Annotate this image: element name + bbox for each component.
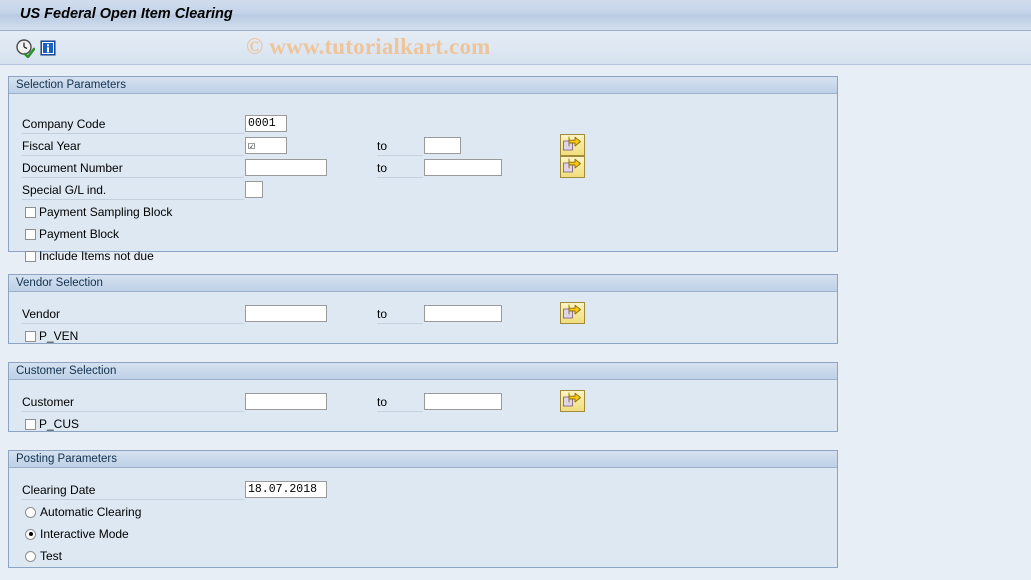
input-document-number-from[interactable]	[245, 159, 327, 176]
panel-customer-selection: Customer Selection Customer to P_CUS	[8, 362, 838, 432]
checkbox-box-icon	[25, 206, 36, 218]
label-vendor: Vendor	[22, 307, 61, 321]
label-fiscal-year: Fiscal Year	[22, 139, 81, 153]
multi-select-arrow-icon	[563, 136, 581, 151]
label-special-gl-indicator: Special G/L ind.	[22, 183, 107, 197]
radio-circle-icon	[25, 550, 36, 562]
window-title-bar: US Federal Open Item Clearing	[0, 0, 1031, 31]
to-label-document-number: to	[377, 161, 388, 175]
radio-label: Automatic Clearing	[40, 505, 142, 519]
radio-interactive-mode[interactable]: Interactive Mode	[25, 527, 129, 541]
multi-select-arrow-icon	[563, 392, 581, 407]
label-rule	[22, 155, 244, 156]
page-title: US Federal Open Item Clearing	[20, 6, 233, 22]
panel-vendor-selection: Vendor Selection Vendor to P_VEN	[8, 274, 838, 344]
label-rule	[377, 323, 423, 324]
checkbox-box-icon	[25, 418, 36, 430]
label-rule	[377, 177, 423, 178]
label-rule	[377, 411, 423, 412]
checkbox-p-ven[interactable]: P_VEN	[25, 329, 78, 343]
input-vendor-to[interactable]	[424, 305, 502, 322]
radio-test[interactable]: Test	[25, 549, 62, 563]
label-rule	[22, 177, 244, 178]
label-rule	[22, 499, 244, 500]
checkbox-payment-block[interactable]: Payment Block	[25, 227, 119, 241]
panel-header-selection-parameters: Selection Parameters	[9, 77, 837, 94]
checkbox-payment-sampling-block[interactable]: Payment Sampling Block	[25, 205, 172, 219]
label-rule	[377, 155, 423, 156]
checkbox-box-icon	[25, 228, 36, 240]
info-icon[interactable]	[38, 38, 58, 58]
checkbox-label: Payment Block	[39, 227, 120, 241]
checkbox-box-icon	[25, 330, 36, 342]
label-rule	[22, 411, 244, 412]
checkbox-label: P_CUS	[39, 417, 80, 431]
label-clearing-date: Clearing Date	[22, 483, 96, 497]
to-label-fiscal-year: to	[377, 139, 388, 153]
application-toolbar	[0, 31, 1031, 65]
label-rule	[22, 133, 244, 134]
label-customer: Customer	[22, 395, 75, 409]
multi-selection-button-fiscal-year[interactable]	[560, 134, 585, 156]
multi-selection-button-document-number[interactable]	[560, 156, 585, 178]
label-rule	[22, 323, 244, 324]
checkbox-label: P_VEN	[39, 329, 79, 343]
panel-body-customer-selection: Customer to P_CUS	[9, 380, 837, 431]
input-customer-to[interactable]	[424, 393, 502, 410]
to-label-vendor: to	[377, 307, 388, 321]
label-document-number: Document Number	[22, 161, 123, 175]
checkbox-include-items-not-due[interactable]: Include Items not due	[25, 249, 154, 263]
input-fiscal-year-to[interactable]	[424, 137, 461, 154]
label-rule	[22, 199, 244, 200]
checkbox-p-cus[interactable]: P_CUS	[25, 417, 79, 431]
panel-header-customer-selection: Customer Selection	[9, 363, 837, 380]
to-label-customer: to	[377, 395, 388, 409]
multi-selection-button-customer[interactable]	[560, 390, 585, 412]
panel-body-selection-parameters: Company Code Fiscal Year to Document Num…	[9, 94, 837, 263]
checkbox-label: Include Items not due	[39, 249, 154, 263]
input-document-number-to[interactable]	[424, 159, 502, 176]
checkbox-label: Payment Sampling Block	[39, 205, 173, 219]
panel-posting-parameters: Posting Parameters Clearing Date Automat…	[8, 450, 838, 568]
panel-header-vendor-selection: Vendor Selection	[9, 275, 837, 292]
panel-selection-parameters: Selection Parameters Company Code Fiscal…	[8, 76, 838, 263]
multi-selection-button-vendor[interactable]	[560, 302, 585, 324]
panel-header-posting-parameters: Posting Parameters	[9, 451, 837, 468]
input-fiscal-year-from[interactable]	[245, 137, 287, 154]
input-company-code[interactable]	[245, 115, 287, 132]
radio-circle-icon	[25, 506, 36, 518]
input-special-gl-indicator[interactable]	[245, 181, 263, 198]
multi-select-arrow-icon	[563, 304, 581, 319]
label-company-code: Company Code	[22, 117, 106, 131]
input-customer-from[interactable]	[245, 393, 327, 410]
multi-select-arrow-icon	[563, 158, 581, 173]
checkbox-box-icon	[25, 250, 36, 262]
radio-automatic-clearing[interactable]: Automatic Clearing	[25, 505, 141, 519]
radio-circle-icon	[25, 528, 36, 540]
input-vendor-from[interactable]	[245, 305, 327, 322]
clock-check-icon[interactable]	[15, 38, 36, 59]
panel-body-vendor-selection: Vendor to P_VEN	[9, 292, 837, 343]
input-clearing-date[interactable]	[245, 481, 327, 498]
radio-label: Test	[40, 549, 63, 563]
panel-body-posting-parameters: Clearing Date Automatic Clearing Interac…	[9, 468, 837, 567]
radio-label: Interactive Mode	[40, 527, 129, 541]
